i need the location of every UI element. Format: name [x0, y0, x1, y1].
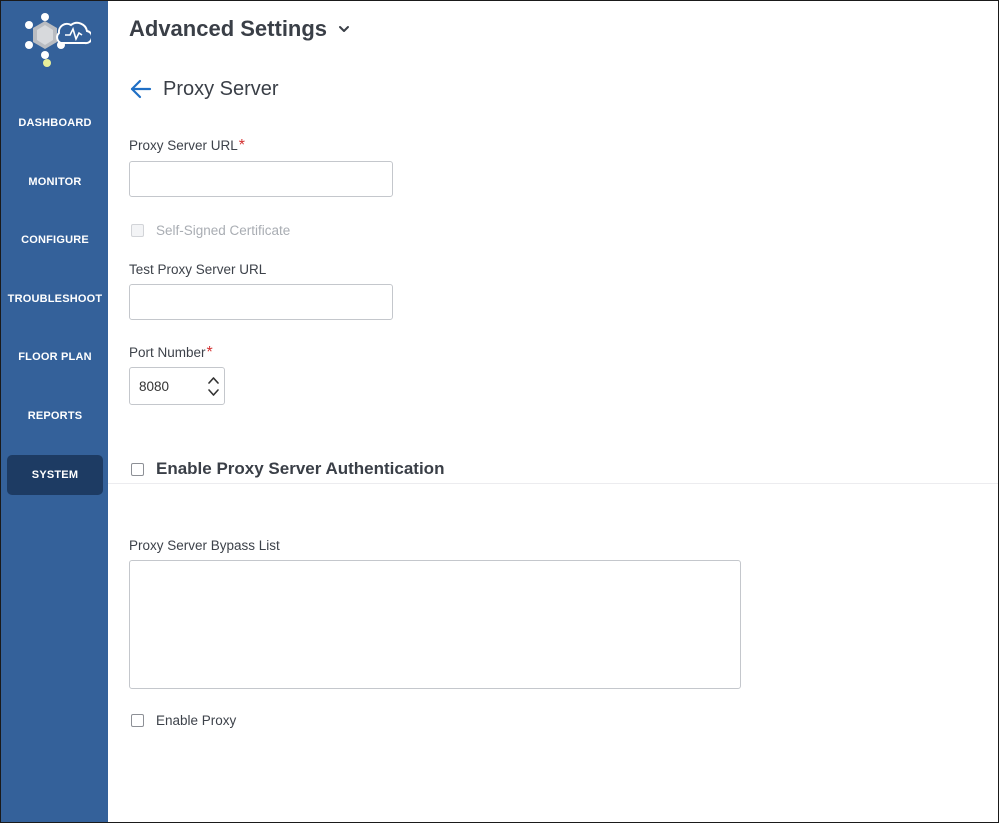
port-number-label: Port Number*	[129, 344, 213, 362]
main-content: Advanced Settings Proxy Server Proxy Ser…	[108, 1, 998, 822]
proxy-url-label: Proxy Server URL*	[129, 137, 245, 155]
sidebar-item-reports[interactable]: REPORTS	[7, 396, 103, 436]
enable-proxy-label: Enable Proxy	[156, 713, 237, 728]
stepper-arrows	[207, 375, 220, 398]
sub-header: Proxy Server	[129, 73, 279, 105]
enable-auth-checkbox[interactable]	[131, 462, 144, 476]
bypass-list-label: Proxy Server Bypass List	[129, 538, 280, 553]
required-marker: *	[238, 137, 246, 154]
proxy-url-label-text: Proxy Server URL	[129, 138, 238, 153]
sidebar-item-dashboard[interactable]: DASHBOARD	[7, 103, 103, 143]
sidebar-item-floor-plan[interactable]: FLOOR PLAN	[7, 337, 103, 377]
self-signed-certificate-checkbox	[131, 224, 144, 237]
sidebar-item-troubleshoot[interactable]: TROUBLESHOOT	[7, 279, 103, 319]
section-divider	[108, 483, 998, 484]
enable-proxy-row: Enable Proxy	[131, 713, 236, 728]
test-proxy-url-input[interactable]	[129, 284, 393, 320]
page-title: Advanced Settings	[129, 16, 328, 41]
enable-proxy-checkbox[interactable]	[131, 714, 144, 727]
enable-auth-row: Enable Proxy Server Authentication	[131, 459, 444, 479]
arrow-left-icon[interactable]	[129, 77, 153, 101]
sidebar-item-configure[interactable]: CONFIGURE	[7, 220, 103, 260]
section-title: Proxy Server	[163, 77, 279, 100]
required-marker: *	[206, 344, 213, 361]
sidebar-item-system[interactable]: SYSTEM	[7, 455, 103, 495]
self-signed-certificate-row: Self-Signed Certificate	[131, 223, 290, 238]
sidebar-item-monitor[interactable]: MONITOR	[7, 162, 103, 202]
self-signed-certificate-label: Self-Signed Certificate	[156, 223, 291, 238]
sidebar: DASHBOARD MONITOR CONFIGURE TROUBLESHOOT…	[1, 1, 108, 822]
app-window: DASHBOARD MONITOR CONFIGURE TROUBLESHOOT…	[0, 0, 999, 823]
chevron-up-icon[interactable]	[207, 375, 220, 386]
page-title-dropdown[interactable]: Advanced Settings	[129, 13, 351, 45]
chevron-down-icon[interactable]	[207, 387, 220, 398]
port-number-label-text: Port Number	[129, 345, 206, 360]
port-number-value[interactable]: 8080	[139, 379, 169, 394]
proxy-url-input[interactable]	[129, 161, 393, 197]
test-proxy-url-label: Test Proxy Server URL	[129, 262, 267, 277]
logo-icon	[21, 11, 94, 73]
chevron-down-icon	[339, 26, 350, 32]
bypass-list-textarea[interactable]	[129, 560, 741, 689]
port-number-stepper[interactable]: 8080	[129, 367, 225, 405]
enable-auth-label: Enable Proxy Server Authentication	[156, 459, 445, 478]
